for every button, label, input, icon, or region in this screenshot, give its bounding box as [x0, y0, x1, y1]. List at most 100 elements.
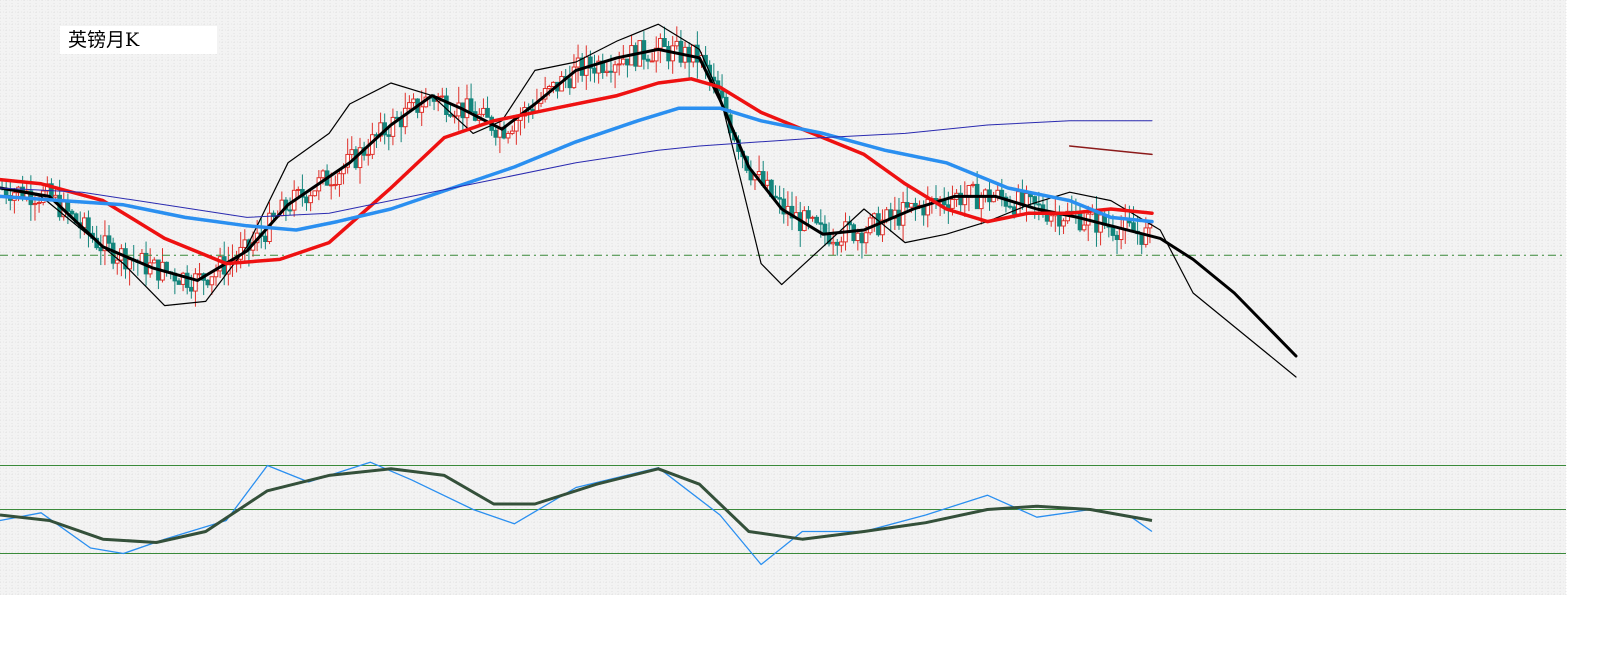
candle-body — [1048, 215, 1054, 222]
candle-body — [810, 216, 815, 219]
chart-background — [0, 0, 1566, 595]
chart-area — [0, 0, 1606, 661]
candle-body — [999, 189, 1005, 198]
candle-body — [337, 173, 342, 185]
candle-body — [575, 57, 581, 68]
candle-body — [608, 70, 614, 73]
candle-body — [690, 44, 696, 63]
candle-body — [448, 113, 453, 117]
candle-body — [814, 216, 819, 224]
candle-body — [666, 45, 671, 62]
candle-body — [1061, 220, 1066, 227]
candle-body — [53, 194, 58, 198]
candle-body — [756, 171, 762, 176]
candle-body — [950, 198, 955, 209]
candle-body — [551, 81, 556, 87]
candle-body — [464, 98, 470, 119]
price-chart — [0, 0, 1567, 595]
candle-body — [649, 60, 655, 63]
candle-body — [612, 64, 618, 73]
candle-body — [365, 153, 371, 156]
candle-body — [509, 130, 515, 134]
candle-body — [633, 45, 638, 67]
candle-body — [151, 259, 157, 264]
candle-body — [978, 196, 984, 210]
candle-body — [295, 188, 301, 191]
candle-body — [904, 202, 910, 208]
candle-body — [1081, 224, 1087, 231]
candle-body — [193, 273, 198, 292]
candle-body — [567, 78, 573, 89]
candle-body — [312, 190, 318, 197]
candle-body — [514, 119, 519, 132]
candle-body — [777, 197, 782, 200]
candle-body — [481, 107, 486, 115]
candle-body — [678, 40, 684, 63]
candle-body — [859, 232, 865, 244]
candle-body — [1110, 226, 1116, 236]
candle-body — [189, 286, 194, 292]
candle-body — [1044, 213, 1050, 222]
candle-body — [390, 116, 396, 137]
candle-body — [925, 198, 931, 216]
candle-body — [855, 232, 861, 242]
candle-body — [114, 259, 120, 264]
candle-body — [616, 63, 622, 66]
candle-body — [834, 241, 840, 246]
candle-body — [818, 222, 824, 225]
candle-body — [304, 196, 309, 204]
candle-body — [645, 58, 651, 62]
candle-body — [765, 179, 770, 186]
candle-body — [830, 241, 836, 245]
candle-body — [604, 70, 610, 74]
candle-body — [411, 98, 416, 104]
candle-body — [641, 40, 647, 60]
candle-body — [349, 149, 355, 155]
candle-body — [839, 241, 844, 246]
candle-body — [896, 209, 902, 226]
candle-body — [176, 280, 182, 285]
candle-body — [407, 102, 412, 109]
candle-body — [674, 40, 680, 47]
candle-body — [98, 247, 104, 252]
candle-body — [1007, 205, 1013, 208]
chart-title: 英镑月K — [60, 26, 217, 54]
candle-body — [439, 95, 445, 98]
candle-body — [1114, 234, 1120, 241]
candle-body — [662, 37, 667, 47]
candle-body — [36, 201, 42, 205]
candle-body — [419, 106, 425, 113]
candle-body — [505, 132, 511, 139]
candle-body — [1024, 193, 1029, 206]
candle-body — [333, 183, 338, 186]
candle-body — [127, 259, 132, 270]
candle-body — [621, 58, 626, 65]
candle-body — [308, 195, 313, 204]
candle-body — [106, 235, 112, 244]
candle-body — [205, 279, 211, 286]
candle-body — [320, 170, 326, 179]
candle-body — [863, 232, 869, 244]
candle-body — [209, 276, 215, 286]
candle-body — [263, 235, 268, 243]
candle-body — [184, 272, 190, 288]
candle-body — [242, 239, 248, 248]
candle-body — [32, 203, 38, 206]
candle-body — [69, 210, 75, 215]
candle-body — [909, 202, 914, 208]
candle-body — [592, 67, 597, 74]
candle-body — [287, 209, 293, 212]
candle-body — [328, 184, 334, 187]
candle-body — [1036, 203, 1042, 206]
candle-body — [485, 107, 490, 118]
candle-body — [386, 134, 392, 137]
candle-body — [493, 129, 499, 138]
candle-body — [546, 85, 552, 90]
candle-body — [913, 202, 918, 207]
candle-body — [139, 252, 145, 263]
candle-body — [658, 37, 663, 49]
candle-body — [625, 58, 630, 66]
candle-body — [197, 273, 202, 276]
candle-body — [806, 210, 811, 219]
candle-body — [468, 98, 474, 113]
